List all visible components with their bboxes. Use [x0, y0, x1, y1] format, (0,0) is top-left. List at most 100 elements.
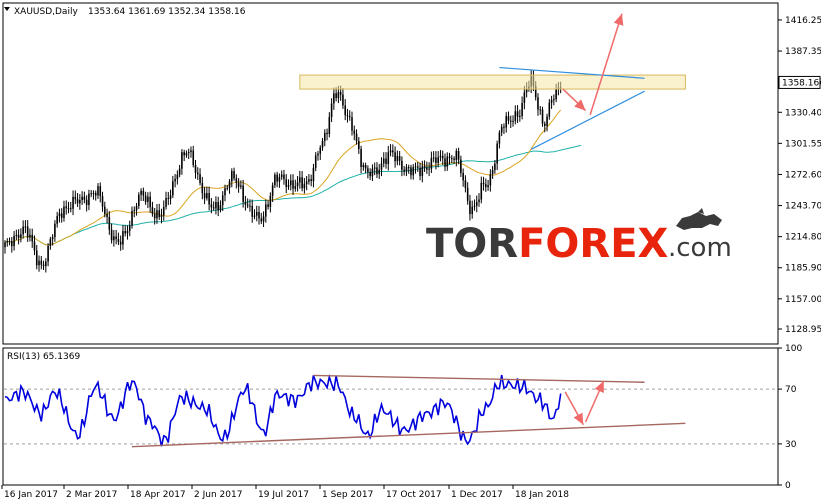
candle-body — [471, 206, 474, 215]
candle-body — [244, 201, 247, 205]
candle-body — [498, 132, 501, 144]
candle-body — [119, 241, 122, 245]
candle-body — [153, 213, 156, 219]
candle-body — [194, 165, 197, 173]
time-tick-label: 18 Apr 2017 — [130, 490, 186, 500]
candle-body — [88, 193, 90, 206]
candle-body — [369, 171, 371, 177]
candle-body — [38, 260, 40, 266]
candle-body — [333, 93, 335, 104]
candle-body — [69, 208, 72, 210]
candle-body — [47, 245, 49, 262]
candle-body — [246, 204, 249, 206]
candle-body — [122, 231, 124, 245]
candle-body — [401, 160, 403, 170]
candle-body — [265, 204, 267, 217]
candle-body — [174, 178, 176, 182]
candle-body — [124, 231, 127, 234]
candle-body — [151, 207, 154, 214]
candle-body — [543, 123, 546, 127]
candle-body — [441, 155, 444, 159]
candle-body — [437, 157, 439, 163]
candle-body — [555, 89, 557, 100]
candle-body — [242, 185, 244, 202]
candle-body — [215, 202, 217, 209]
candle-body — [83, 196, 86, 200]
price-tick-label: 1243.70 — [785, 202, 821, 212]
candle-body — [523, 92, 526, 103]
time-tick-label: 19 Jul 2017 — [258, 490, 309, 500]
candle-body — [260, 218, 263, 222]
candle-body — [140, 190, 142, 195]
candle-body — [128, 225, 131, 231]
candle-body — [255, 211, 258, 216]
candle-body — [305, 181, 308, 184]
candle-body — [303, 183, 306, 189]
price-tick-label: 1185.90 — [785, 264, 821, 274]
candle-body — [396, 155, 399, 162]
candle-body — [314, 155, 317, 168]
candle-body — [60, 213, 63, 218]
candle-body — [491, 170, 494, 175]
candle-body — [31, 234, 34, 242]
candle-body — [351, 117, 353, 131]
candle-body — [294, 186, 297, 189]
candle-body — [553, 99, 555, 101]
candle-body — [90, 193, 92, 195]
candle-body — [249, 205, 251, 207]
candle-body — [117, 239, 120, 242]
svg-text:TORFOREX: TORFOREX — [426, 221, 669, 267]
candle-body — [110, 229, 113, 241]
candle-body — [138, 194, 140, 206]
candle-body — [54, 223, 56, 238]
candle-body — [550, 99, 553, 103]
candle-body — [485, 184, 487, 188]
candle-body — [67, 208, 70, 210]
candle-body — [262, 216, 265, 222]
candle-body — [296, 182, 299, 187]
candle-body — [56, 216, 58, 224]
candle-body — [160, 215, 163, 218]
candle-body — [435, 157, 437, 163]
candle-body — [287, 185, 290, 187]
candle-body — [231, 171, 233, 182]
candle-body — [26, 226, 29, 238]
candle-body — [292, 180, 294, 189]
candle-body — [450, 158, 453, 160]
candle-body — [199, 174, 201, 184]
candle-body — [206, 193, 208, 199]
candle-body — [299, 177, 301, 183]
candle-body — [162, 206, 165, 216]
candle-body — [212, 207, 215, 209]
candle-body — [108, 216, 111, 230]
price-tick-label: 1387.35 — [785, 47, 821, 57]
candle-body — [503, 126, 505, 128]
candle-body — [237, 182, 240, 187]
candle-body — [512, 120, 514, 122]
time-axis: 16 Jan 2017 2 Mar 2017 18 Apr 2017 2 Jun 20… — [1, 485, 569, 500]
candle-body — [514, 111, 517, 121]
candle-body — [348, 116, 351, 118]
candle-body — [172, 181, 174, 196]
candle-body — [271, 185, 274, 196]
candle-body — [144, 195, 147, 202]
candle-body — [330, 103, 333, 117]
time-tick-label: 2 Mar 2017 — [66, 490, 117, 500]
candle-body — [482, 182, 485, 185]
candle-body — [240, 185, 242, 187]
candle-body — [392, 150, 394, 153]
candle-body — [158, 210, 161, 218]
candle-body — [378, 169, 381, 175]
candle-body — [22, 226, 24, 235]
logo-forex: FOREX — [518, 221, 668, 267]
candle-body — [516, 111, 519, 117]
candle-body — [342, 94, 344, 106]
candle-body — [20, 234, 22, 238]
rsi-tick-label: 0 — [785, 481, 791, 491]
candle-body — [126, 230, 129, 234]
candle-body — [103, 206, 106, 215]
candle-body — [430, 158, 433, 169]
logo-tor: TOR — [426, 221, 518, 267]
candle-body — [308, 179, 310, 182]
candle-body — [428, 168, 430, 170]
